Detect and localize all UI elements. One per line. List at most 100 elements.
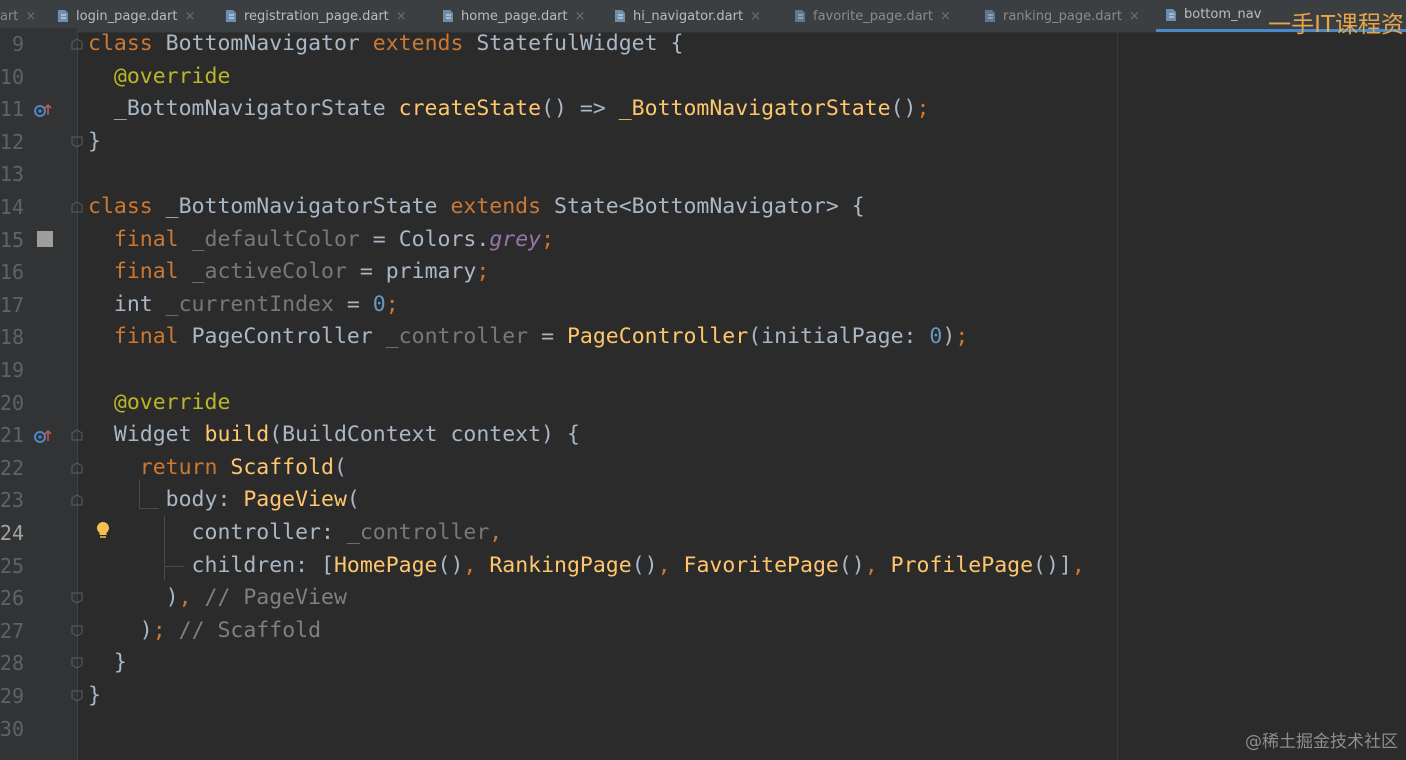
line-number: 28 bbox=[0, 651, 24, 676]
close-icon[interactable]: × bbox=[396, 9, 407, 24]
line-number: 23 bbox=[0, 488, 24, 513]
tab-label: bottom_nav bbox=[1184, 7, 1262, 22]
line-number: 12 bbox=[0, 129, 24, 154]
tab-label: registration_page.dart bbox=[244, 8, 389, 24]
close-icon[interactable]: × bbox=[1129, 9, 1140, 24]
line-code: return Scaffold( bbox=[139, 454, 347, 480]
code-line: 30 bbox=[0, 713, 1117, 746]
code-line: 17 int _currentIndex = 0; bbox=[0, 289, 1117, 322]
dart-file-icon bbox=[1164, 8, 1178, 22]
line-number: 27 bbox=[0, 618, 24, 643]
code-line: 26 ), // PageView bbox=[0, 582, 1117, 615]
dart-file-icon bbox=[441, 9, 455, 23]
line-number: 30 bbox=[0, 716, 24, 741]
line-number: 22 bbox=[0, 455, 24, 480]
fold-start-icon[interactable] bbox=[71, 429, 83, 441]
override-method-icon[interactable] bbox=[33, 102, 53, 122]
line-number: 14 bbox=[0, 195, 24, 219]
line-code: @override bbox=[113, 63, 231, 89]
line-number: 29 bbox=[0, 684, 24, 708]
fold-end-icon[interactable] bbox=[71, 592, 83, 604]
tab-label: login_page.dart bbox=[76, 8, 178, 24]
code-line: 11 _BottomNavigatorState createState() =… bbox=[0, 93, 1117, 126]
close-icon[interactable]: × bbox=[750, 9, 761, 24]
line-code: ); // Scaffold bbox=[88, 617, 322, 643]
line-code: } bbox=[88, 650, 127, 676]
code-line: 10 @override bbox=[0, 61, 1117, 94]
line-code: } bbox=[88, 683, 101, 708]
fold-end-icon[interactable] bbox=[71, 690, 83, 702]
line-code: class BottomNavigator extends StatefulWi… bbox=[88, 31, 684, 56]
fold-end-icon[interactable] bbox=[71, 136, 83, 148]
code-line-current: 24 controller: _controller, bbox=[0, 517, 1117, 550]
line-code: body: PageView( bbox=[88, 487, 360, 513]
code-line: 13 bbox=[0, 158, 1117, 191]
right-margin-guide bbox=[1117, 28, 1118, 760]
line-number: 20 bbox=[0, 390, 24, 415]
tab-label: hi_navigator.dart bbox=[633, 8, 744, 24]
code-line: 18 final PageController _controller = Pa… bbox=[0, 321, 1117, 354]
indent-guide bbox=[164, 516, 165, 580]
line-number: 24 bbox=[0, 521, 24, 545]
code-line: 15 final _defaultColor = Colors.grey; bbox=[0, 224, 1117, 257]
line-number: 17 bbox=[0, 292, 24, 317]
line-code: children: [HomePage(), RankingPage(), Fa… bbox=[88, 552, 1085, 578]
line-number: 19 bbox=[0, 358, 24, 382]
code-line: 16 final _activeColor = primary; bbox=[0, 256, 1117, 289]
line-code: class _BottomNavigatorState extends Stat… bbox=[88, 194, 865, 219]
indent-guide bbox=[164, 566, 184, 567]
code-line: 14 class _BottomNavigatorState extends S… bbox=[0, 191, 1117, 224]
override-method-icon[interactable] bbox=[33, 428, 53, 448]
close-icon[interactable]: × bbox=[940, 9, 951, 24]
indent-guide bbox=[139, 508, 159, 509]
tab-label: home_page.dart bbox=[461, 8, 568, 24]
tab-label: favorite_page.dart bbox=[813, 8, 934, 24]
tab-label: art bbox=[0, 8, 19, 24]
color-swatch-icon[interactable] bbox=[37, 231, 53, 247]
line-number: 9 bbox=[11, 32, 24, 56]
code-line: 20 @override bbox=[0, 387, 1117, 420]
fold-start-icon[interactable] bbox=[71, 462, 83, 474]
line-number: 16 bbox=[0, 260, 24, 285]
code-line: 19 bbox=[0, 354, 1117, 387]
code-editor[interactable]: 9 class BottomNavigator extends Stateful… bbox=[0, 28, 1117, 760]
line-code: Widget build(BuildContext context) { bbox=[88, 422, 580, 448]
code-line: 23 body: PageView( bbox=[0, 484, 1117, 517]
code-line: 12 } bbox=[0, 126, 1117, 159]
code-line: 22 return Scaffold( bbox=[0, 452, 1117, 485]
code-line: 28 } bbox=[0, 647, 1117, 680]
fold-end-icon[interactable] bbox=[71, 625, 83, 637]
indent-guide bbox=[139, 480, 140, 508]
line-code: _BottomNavigatorState createState() => _… bbox=[88, 96, 930, 122]
close-icon[interactable]: × bbox=[575, 9, 586, 24]
code-line: 27 ); // Scaffold bbox=[0, 615, 1117, 648]
line-number: 25 bbox=[0, 553, 24, 578]
watermark-bottom: @稀土掘金技术社区 bbox=[1245, 732, 1398, 752]
line-code: final _defaultColor = Colors.grey; bbox=[113, 226, 555, 252]
line-code: final PageController _controller = PageC… bbox=[113, 324, 969, 350]
dart-file-icon bbox=[793, 9, 807, 23]
fold-start-icon[interactable] bbox=[71, 38, 83, 50]
close-icon[interactable]: × bbox=[25, 9, 36, 24]
line-number: 13 bbox=[0, 162, 24, 187]
line-number: 11 bbox=[0, 97, 24, 122]
line-number: 26 bbox=[0, 586, 24, 611]
line-number: 10 bbox=[0, 64, 24, 89]
dart-file-icon bbox=[56, 9, 70, 23]
line-code: } bbox=[88, 128, 101, 154]
fold-start-icon[interactable] bbox=[71, 494, 83, 506]
dart-file-icon bbox=[613, 9, 627, 23]
fold-start-icon[interactable] bbox=[71, 201, 83, 213]
watermark-top: 一手IT课程资 bbox=[1268, 12, 1404, 38]
lightbulb-icon[interactable] bbox=[95, 521, 111, 545]
tab-label: ranking_page.dart bbox=[1003, 8, 1122, 24]
line-code: controller: _controller, bbox=[88, 520, 503, 545]
fold-end-icon[interactable] bbox=[71, 657, 83, 669]
line-code: final _activeColor = primary; bbox=[113, 259, 490, 285]
dart-file-icon bbox=[224, 9, 238, 23]
line-code: ), // PageView bbox=[88, 585, 347, 611]
close-icon[interactable]: × bbox=[184, 9, 195, 24]
code-line: 9 class BottomNavigator extends Stateful… bbox=[0, 28, 1117, 61]
line-code: @override bbox=[113, 389, 231, 415]
dart-file-icon bbox=[983, 9, 997, 23]
